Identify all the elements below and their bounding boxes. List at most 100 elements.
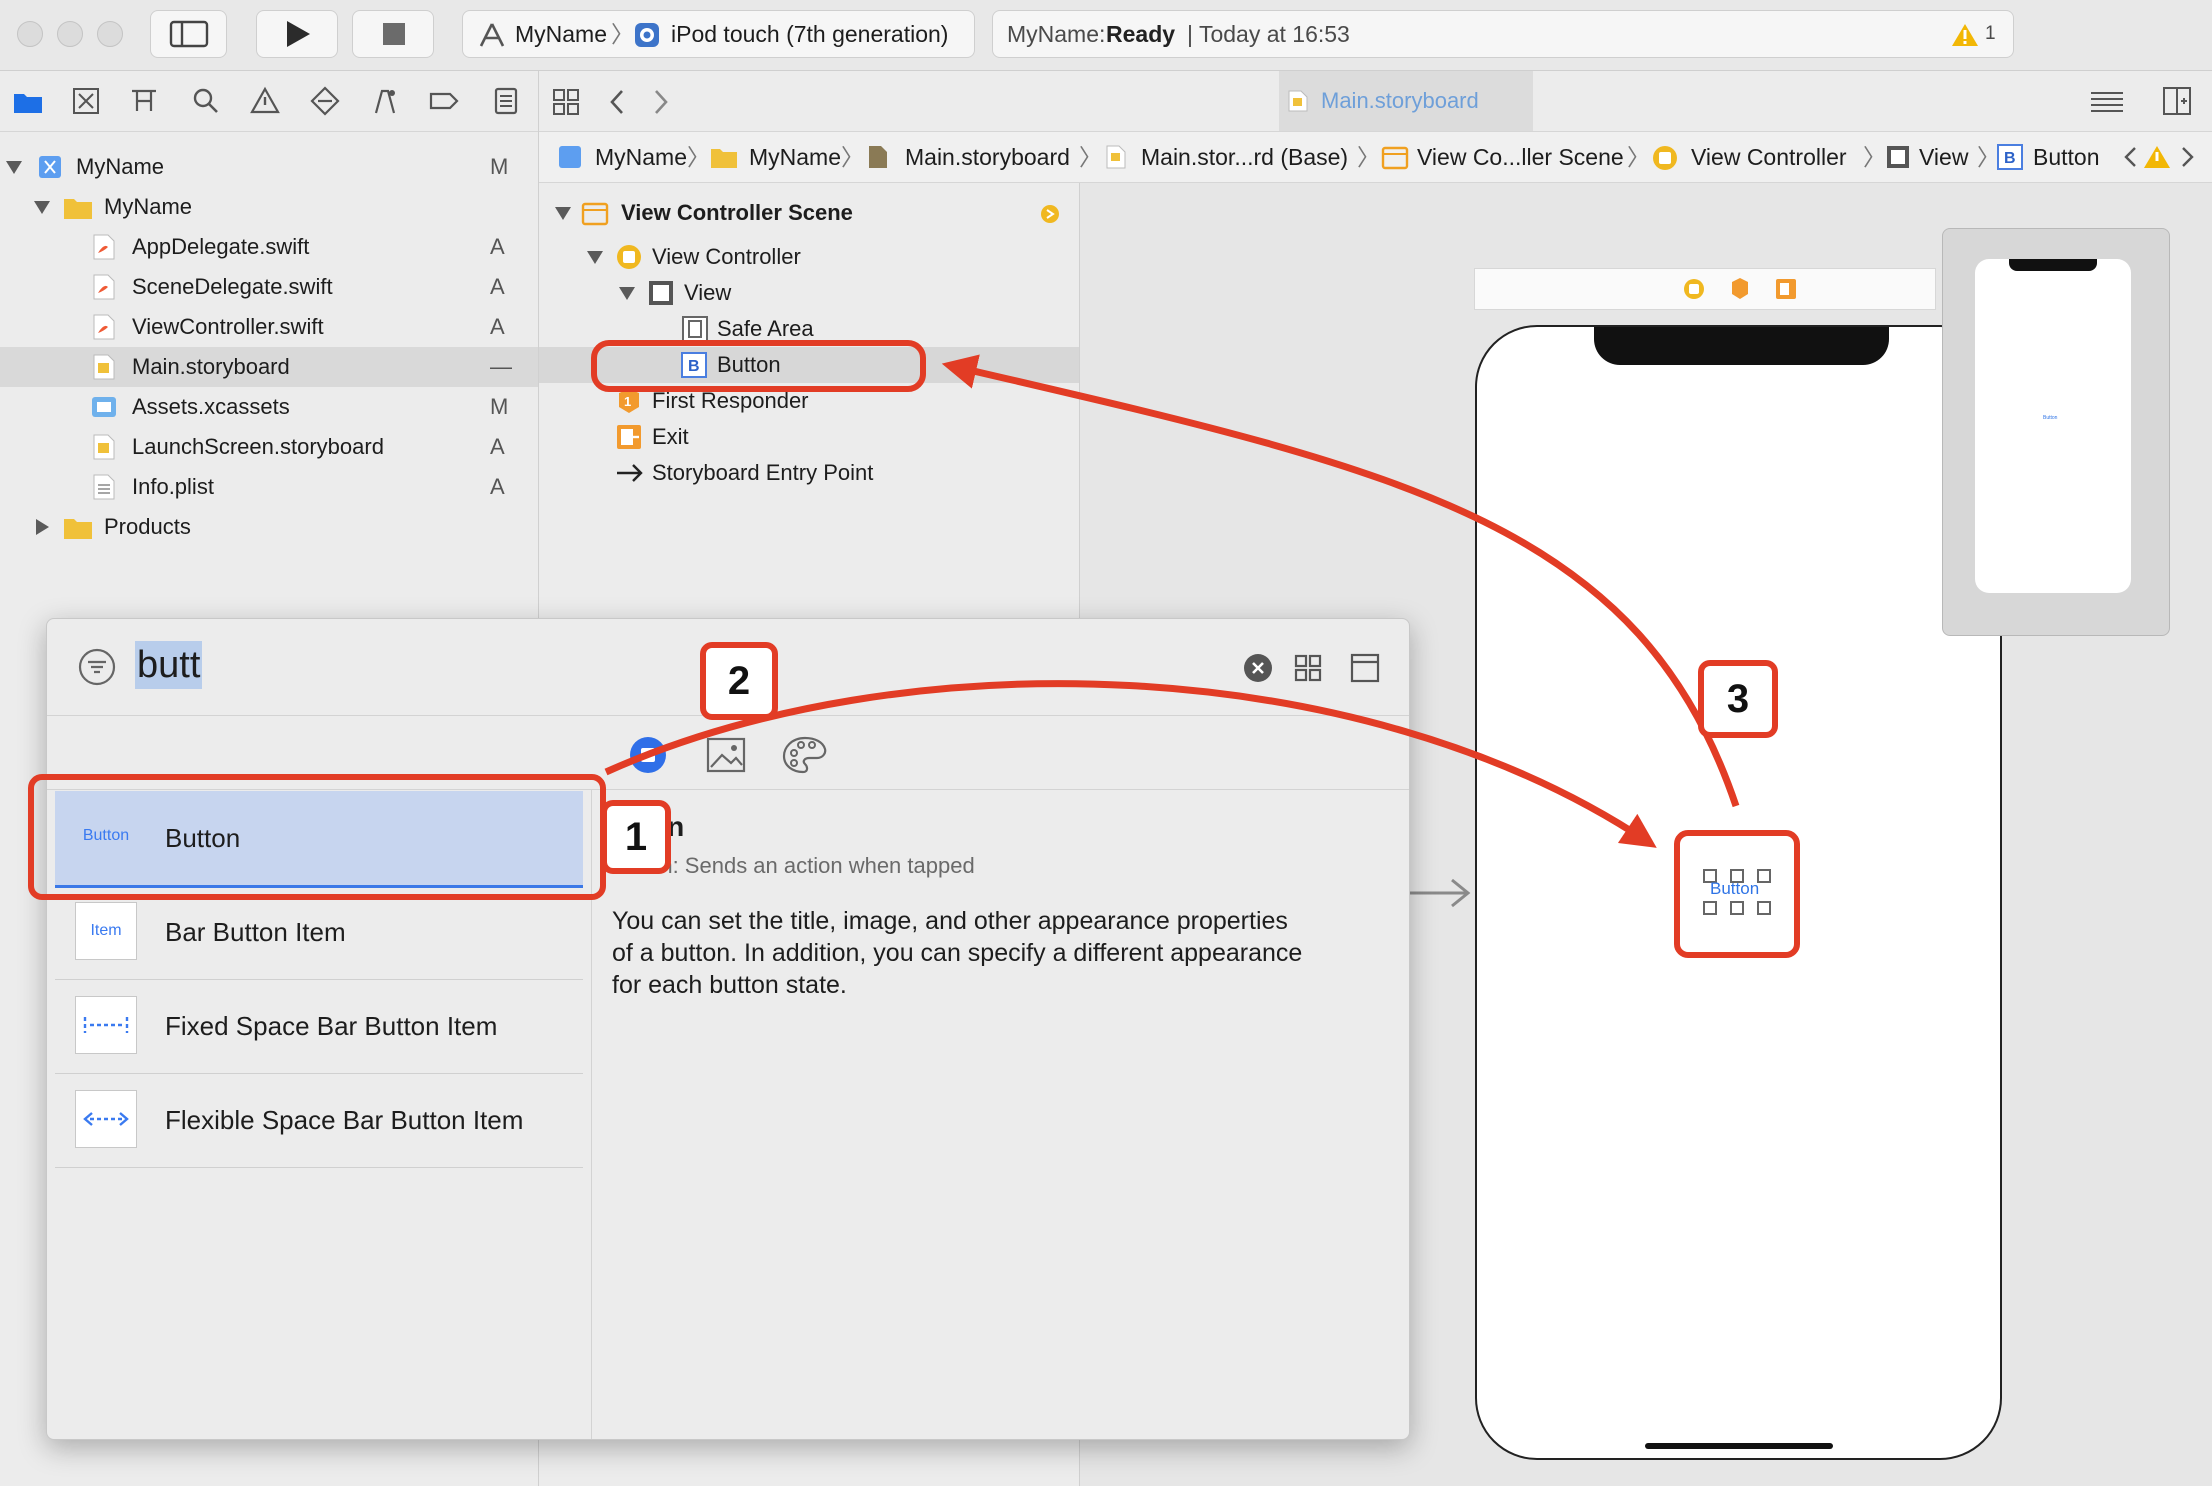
outline-item-entry-point[interactable]: Storyboard Entry Point: [539, 455, 1079, 491]
clear-search-icon[interactable]: [1243, 653, 1273, 683]
play-icon: [287, 21, 310, 47]
breadcrumb-view-controller[interactable]: View Controller: [1691, 132, 1847, 182]
detail-description-line: of a button. In addition, you can specif…: [612, 939, 1303, 967]
disclosure-triangle-icon[interactable]: [587, 251, 603, 264]
stop-button[interactable]: [352, 10, 434, 58]
fixed-space-icon: [83, 1017, 129, 1033]
editor-options-icon[interactable]: [2087, 87, 2127, 117]
scheme-selector[interactable]: MyName 〉 iPod touch (7th generation): [462, 10, 975, 58]
library-search-input[interactable]: butt: [135, 641, 203, 689]
folder-icon[interactable]: [12, 85, 44, 117]
detail-subtitle: ton: Sends an action when tapped: [642, 853, 975, 878]
library-item-fixed-space[interactable]: Fixed Space Bar Button Item: [55, 979, 583, 1074]
report-icon[interactable]: [490, 85, 522, 117]
navigator-item-products[interactable]: Products: [0, 507, 538, 547]
warning-icon[interactable]: [2143, 144, 2171, 170]
next-issue-chevron-icon[interactable]: [2179, 144, 2197, 170]
outline-item-view[interactable]: View: [539, 275, 1079, 311]
detail-view-icon[interactable]: [1349, 652, 1381, 684]
disclosure-triangle-icon[interactable]: [6, 161, 22, 174]
breadcrumb-view[interactable]: View: [1919, 132, 1968, 182]
add-editor-icon[interactable]: [2161, 85, 2193, 117]
previous-issue-chevron-icon[interactable]: [2121, 144, 2139, 170]
breadcrumb-file[interactable]: Main.storyboard: [905, 132, 1070, 182]
storyboard-file-icon: [93, 354, 115, 380]
storyboard-file-icon: [93, 434, 115, 460]
navigator-item-group-myname[interactable]: MyName: [0, 187, 538, 227]
test-icon[interactable]: [309, 85, 341, 117]
library-item-flexible-space[interactable]: Flexible Space Bar Button Item: [55, 1073, 583, 1168]
source-control-icon[interactable]: [70, 85, 102, 117]
navigator-item-project[interactable]: MyName M: [0, 147, 538, 187]
navigator-item-status: A: [490, 234, 505, 259]
first-responder-icon[interactable]: [1729, 277, 1751, 301]
navigator-item-scenedelegate[interactable]: SceneDelegate.swift A: [0, 267, 538, 307]
forward-chevron-icon[interactable]: [651, 87, 671, 117]
annotation-step-2: 2: [700, 642, 778, 720]
related-items-icon[interactable]: [551, 87, 581, 117]
breakpoint-icon[interactable]: [428, 85, 460, 117]
navigator-item-status: A: [490, 314, 505, 339]
swift-file-icon: [93, 314, 115, 340]
library-item-thumbnail: [75, 1090, 137, 1148]
run-button[interactable]: [256, 10, 338, 58]
color-palette-tab-icon[interactable]: [781, 735, 829, 775]
jump-bar: MyName 〉 MyName 〉 Main.storyboard 〉 Main…: [539, 132, 2212, 183]
disclosure-triangle-icon[interactable]: [36, 519, 49, 535]
view-controller-icon[interactable]: [1683, 278, 1705, 300]
library-detail-pane: on ton: Sends an action when tapped You …: [592, 789, 1409, 1439]
canvas-minimap[interactable]: Button: [1942, 228, 2170, 636]
navigator-item-infoplist[interactable]: Info.plist A: [0, 467, 538, 507]
outline-item-view-controller[interactable]: View Controller: [539, 239, 1079, 275]
go-to-destination-icon[interactable]: [1040, 204, 1060, 224]
tab-main-storyboard[interactable]: Main.storyboard: [1279, 71, 1533, 131]
warning-icon[interactable]: [1951, 22, 1979, 48]
warning-count: 1: [1985, 23, 1996, 44]
navigator-item-viewcontroller[interactable]: ViewController.swift A: [0, 307, 538, 347]
navigator-item-launchscreen[interactable]: LaunchScreen.storyboard A: [0, 427, 538, 467]
activity-app-label: MyName:: [1007, 21, 1106, 47]
back-chevron-icon[interactable]: [607, 87, 627, 117]
sidebar-icon: [169, 20, 209, 48]
minimap-screen: Button: [1975, 259, 2131, 593]
annotation-step-1: 1: [601, 800, 671, 874]
navigator-item-appdelegate[interactable]: AppDelegate.swift A: [0, 227, 538, 267]
find-icon[interactable]: [190, 85, 222, 117]
navigator-item-label: LaunchScreen.storyboard: [132, 434, 384, 459]
annotation-highlight-canvas-button: [1674, 830, 1800, 958]
close-window-button[interactable]: [17, 21, 43, 47]
minimap-notch: [2009, 259, 2097, 271]
safe-area-icon: [682, 316, 708, 342]
zoom-window-button[interactable]: [97, 21, 123, 47]
library-item-thumbnail: [75, 996, 137, 1054]
exit-icon[interactable]: [1775, 278, 1797, 300]
debug-icon[interactable]: [368, 85, 400, 117]
toggle-navigator-button[interactable]: [150, 10, 227, 58]
navigator-item-label: ViewController.swift: [132, 314, 324, 339]
home-indicator: [1645, 1443, 1833, 1449]
navigator-item-main-storyboard[interactable]: Main.storyboard —: [0, 347, 538, 387]
scene-icon: [581, 202, 609, 226]
filter-icon[interactable]: [77, 647, 117, 687]
disclosure-triangle-icon[interactable]: [34, 201, 50, 214]
navigator-item-status: A: [490, 274, 505, 299]
media-tab-icon[interactable]: [705, 735, 747, 775]
breadcrumb-base[interactable]: Main.stor...rd (Base): [1141, 132, 1348, 182]
grid-view-icon[interactable]: [1293, 653, 1323, 683]
symbol-icon[interactable]: [128, 85, 160, 117]
outline-item-label: Exit: [652, 424, 689, 449]
disclosure-triangle-icon[interactable]: [619, 287, 635, 300]
breadcrumb-scene[interactable]: View Co...ller Scene: [1417, 132, 1624, 182]
objects-tab-icon[interactable]: [628, 735, 668, 775]
disclosure-triangle-icon[interactable]: [555, 207, 571, 220]
issue-icon[interactable]: [249, 85, 281, 117]
breadcrumb-project[interactable]: MyName: [595, 132, 687, 182]
navigator-item-assets[interactable]: Assets.xcassets M: [0, 387, 538, 427]
breadcrumb-button[interactable]: Button: [2033, 132, 2100, 182]
outline-scene-row[interactable]: View Controller Scene: [539, 195, 1079, 231]
navigator-item-label: Info.plist: [132, 474, 214, 499]
minimize-window-button[interactable]: [57, 21, 83, 47]
view-icon: [1887, 146, 1909, 168]
outline-item-exit[interactable]: Exit: [539, 419, 1079, 455]
breadcrumb-group[interactable]: MyName: [749, 132, 841, 182]
